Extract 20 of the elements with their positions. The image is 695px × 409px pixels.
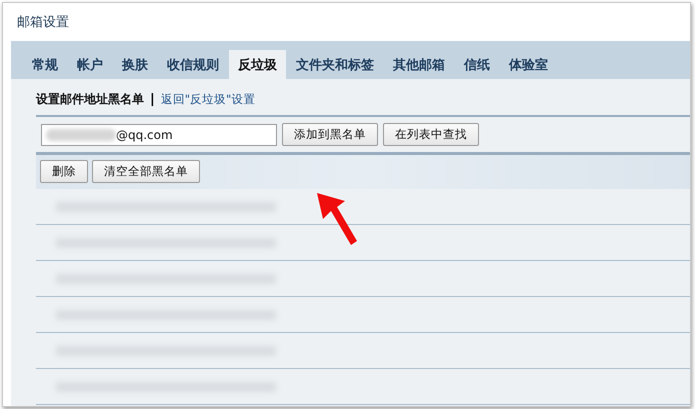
action-button[interactable]: 清空全部黑名单 <box>92 160 200 183</box>
action-button[interactable]: 删除 <box>40 160 88 183</box>
tab[interactable]: 文件夹和标签 <box>287 50 383 79</box>
tab[interactable]: 反垃圾 <box>229 50 286 79</box>
tab[interactable]: 体验室 <box>500 50 557 79</box>
back-link[interactable]: 返回"反垃圾"设置 <box>160 92 256 107</box>
section-title: 设置邮件地址黑名单 <box>36 91 144 108</box>
separator: | <box>150 92 155 107</box>
action-button[interactable]: 添加到黑名单 <box>282 123 378 146</box>
window-title: 邮箱设置 <box>17 14 69 31</box>
action-button[interactable]: 在列表中查找 <box>383 123 479 146</box>
tab[interactable]: 帐户 <box>68 50 112 79</box>
tab[interactable]: 常规 <box>23 50 67 79</box>
tab[interactable]: 其他邮箱 <box>384 50 454 79</box>
redacted-text <box>46 128 116 140</box>
arrow-annotation <box>315 191 359 247</box>
tab[interactable]: 收信规则 <box>158 50 228 79</box>
tab[interactable]: 信纸 <box>455 50 499 79</box>
tab[interactable]: 换肤 <box>113 50 157 79</box>
email-input-field[interactable]: @qq.com <box>41 124 277 146</box>
